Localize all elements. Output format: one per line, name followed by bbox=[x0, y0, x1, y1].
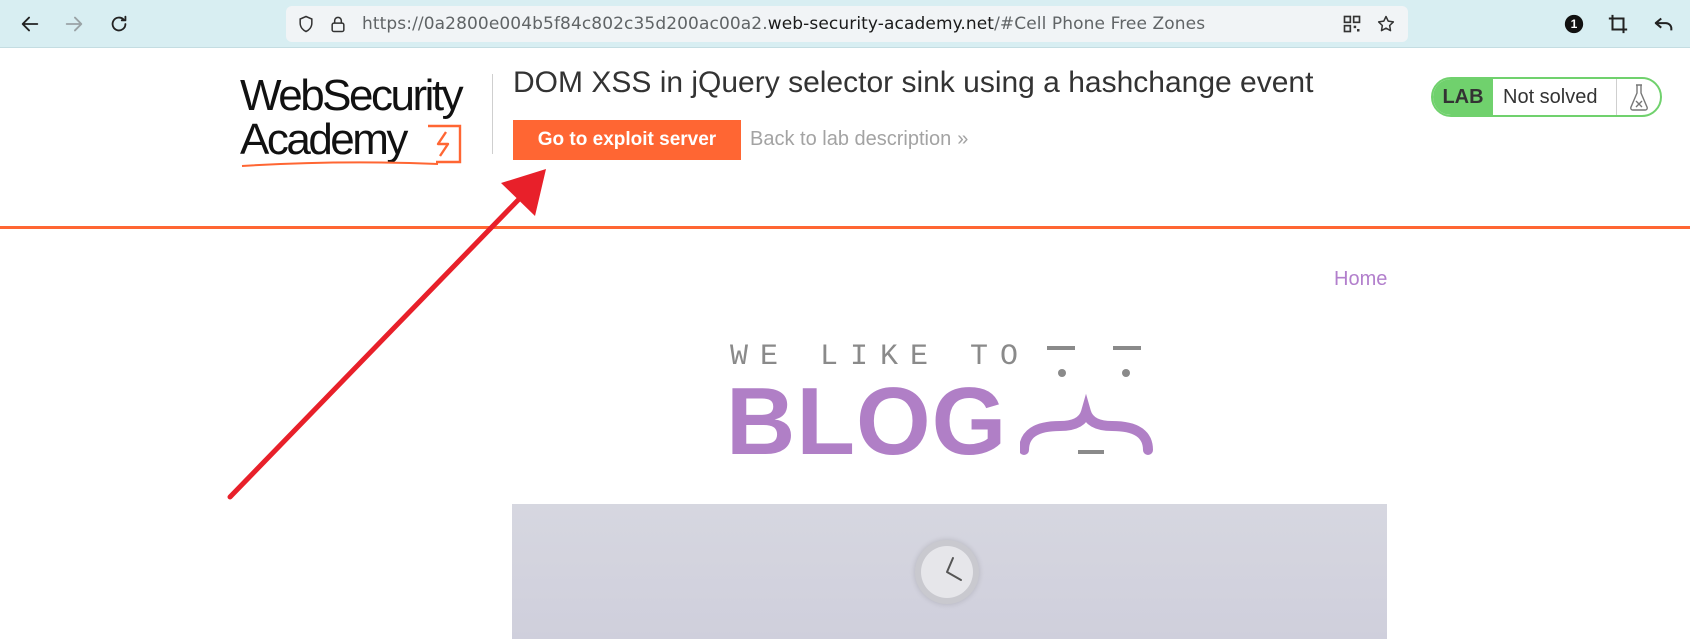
lab-title: DOM XSS in jQuery selector sink using a … bbox=[513, 66, 1314, 99]
double-chevron-icon: » bbox=[957, 128, 969, 150]
logo-line-2: Academy bbox=[240, 115, 408, 164]
arrow-right-icon bbox=[65, 16, 83, 32]
url-text[interactable]: https://0a2800e004b5f84c802c35d200ac00a2… bbox=[362, 14, 1205, 34]
lock-icon[interactable] bbox=[328, 14, 348, 34]
blog-logo: WE LIKE TO BLOG bbox=[720, 338, 1180, 475]
undo-arrow-icon bbox=[1654, 17, 1673, 31]
extension-badge-count: 1 bbox=[1570, 17, 1578, 31]
lab-status-text: Not solved bbox=[1503, 85, 1598, 108]
clock-image bbox=[915, 540, 979, 604]
url-domain: web-security-academy.net bbox=[767, 14, 995, 34]
url-path: /#Cell Phone Free Zones bbox=[994, 14, 1206, 34]
qr-code-icon[interactable] bbox=[1342, 14, 1362, 34]
lab-tag: LAB bbox=[1433, 79, 1493, 115]
browser-toolbar: https://0a2800e004b5f84c802c35d200ac00a2… bbox=[0, 0, 1690, 48]
url-prefix: https://0a2800e004b5f84c802c35d200ac00a2… bbox=[362, 14, 768, 34]
logo-line-1: WebSecurity bbox=[240, 71, 464, 120]
blog-face-icon bbox=[1020, 346, 1153, 455]
crop-icon bbox=[1608, 14, 1628, 34]
blog-brand: BLOG bbox=[726, 368, 1008, 475]
flask-icon bbox=[1629, 84, 1648, 111]
address-bar[interactable]: https://0a2800e004b5f84c802c35d200ac00a2… bbox=[286, 6, 1408, 42]
logo-underline bbox=[241, 161, 439, 167]
extension-badge-button[interactable]: 1 bbox=[1560, 10, 1588, 38]
clock-hands-icon bbox=[946, 557, 962, 581]
shield-icon[interactable] bbox=[296, 14, 316, 34]
back-to-lab-description-link[interactable]: Back to lab description» bbox=[750, 128, 968, 151]
header-divider bbox=[492, 74, 493, 154]
bookmark-star-icon[interactable] bbox=[1376, 14, 1396, 34]
back-button[interactable] bbox=[14, 8, 46, 40]
reload-icon bbox=[111, 15, 127, 32]
back-link-label: Back to lab description bbox=[750, 128, 952, 150]
go-to-exploit-server-button[interactable]: Go to exploit server bbox=[513, 120, 741, 160]
web-security-academy-logo[interactable]: WebSecurity Academy bbox=[240, 71, 490, 167]
home-link[interactable]: Home bbox=[1334, 268, 1387, 291]
undo-button[interactable] bbox=[1650, 10, 1678, 38]
flask-icon-container bbox=[1616, 79, 1660, 115]
header-accent-line bbox=[0, 226, 1690, 229]
crop-tool-button[interactable] bbox=[1604, 10, 1632, 38]
arrow-left-icon bbox=[21, 16, 39, 32]
blog-hero-image bbox=[512, 504, 1387, 639]
forward-button[interactable] bbox=[58, 8, 90, 40]
lab-status-widget: LAB Not solved bbox=[1431, 77, 1662, 117]
reload-button[interactable] bbox=[103, 8, 135, 40]
